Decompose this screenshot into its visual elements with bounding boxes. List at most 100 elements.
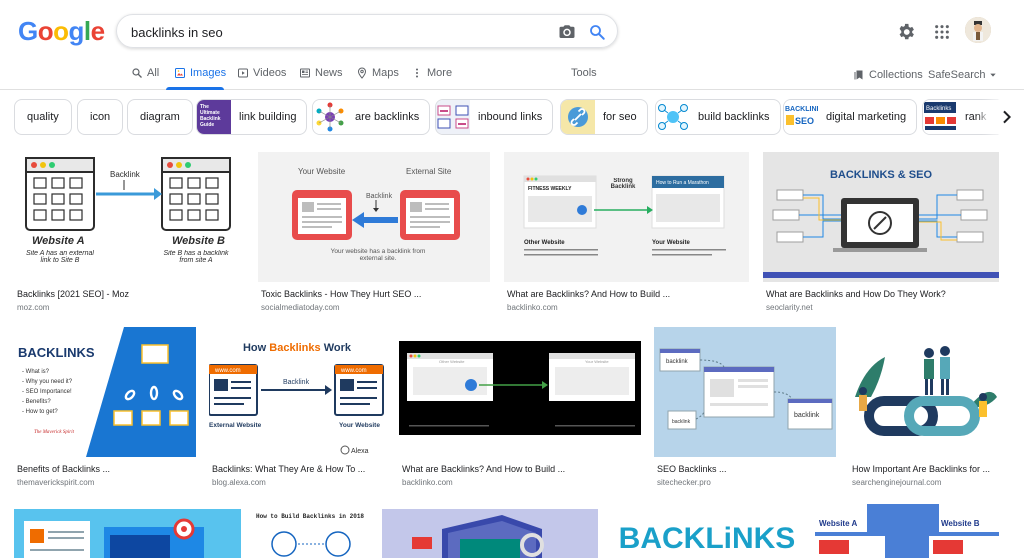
chip-diagram[interactable]: diagram [127,99,193,135]
image-result[interactable]: Backlink Website A Website B Site A has … [14,152,244,317]
camera-icon[interactable] [558,23,576,41]
svg-text:SEO: SEO [795,116,814,126]
result-title[interactable]: How Important Are Backlinks for ... [852,464,998,474]
result-image[interactable]: How Backlinks Work www.com www.com Backl… [209,327,386,457]
result-title[interactable]: SEO Backlinks ... [657,464,835,474]
result-domain: blog.alexa.com [212,478,266,487]
tab-all[interactable]: All [131,64,159,82]
safesearch-button[interactable]: SafeSearch [928,66,997,84]
chip-are-backlinks[interactable]: are backlinks [312,99,431,135]
image-text: www.com [340,368,367,374]
image-text: How to Run a Marathon [656,180,709,186]
image-result[interactable]: How Backlinks Work www.com www.com Backl… [209,327,386,492]
chip-thumbnail [436,100,470,134]
image-result[interactable] [14,509,241,558]
chips-scroll-next-button[interactable] [988,97,1024,137]
result-title[interactable]: What are Backlinks? And How to Build ... [402,464,640,474]
result-title[interactable]: What are Backlinks and How Do They Work? [766,289,998,299]
result-image[interactable]: Your Website External Site Backlink Your… [258,152,490,282]
logo-letter: l [83,16,91,46]
chip-for-seo[interactable]: for seo [560,99,648,135]
tab-more[interactable]: More [411,64,452,82]
tab-maps[interactable]: Maps [356,64,399,82]
result-image[interactable]: How to Build Backlinks in 2018 [254,504,368,558]
image-text: Website A [32,235,85,247]
result-image[interactable]: backlink backlink backlink [654,327,836,457]
image-result[interactable]: BACKLiNKS [612,504,802,558]
search-icon [132,68,142,78]
image-result[interactable]: Your Website External Site Backlink Your… [258,152,490,317]
logo-letter: G [18,16,38,46]
chevron-right-icon [1003,110,1012,124]
tab-videos[interactable]: Videos [237,64,286,82]
logo-letter: g [68,16,85,46]
tab-images[interactable]: Images [174,64,226,82]
svg-text:BACKLINKS: BACKLINKS [785,106,818,113]
result-title[interactable]: Toxic Backlinks - How They Hurt SEO ... [261,289,489,299]
result-image[interactable] [14,509,241,558]
image-result[interactable] [382,509,598,558]
result-image[interactable]: BACKLINKS - What is? - Why you need it? … [14,327,196,457]
image-text: Alexa [351,448,369,455]
image-text: Other Website [524,240,565,246]
chip-thumbnail: BACKLINKS SEO [784,100,827,134]
search-icon[interactable] [588,23,606,41]
image-result[interactable]: BACKLINKS - What is? - Why you need it? … [14,327,196,492]
result-title[interactable]: Benefits of Backlinks ... [17,464,195,474]
chip-label: link building [239,111,297,123]
image-text: FITNESS WEEKLY [528,186,572,192]
image-result[interactable]: FITNESS WEEKLY How to Run a Marathon Str… [504,152,749,317]
image-text: Website B [172,235,225,247]
search-input[interactable] [131,23,531,41]
result-image[interactable]: Backlink Website A Website B Site A has … [14,152,244,282]
chip-quality[interactable]: quality [14,99,72,135]
result-title[interactable]: What are Backlinks? And How to Build ... [507,289,747,299]
tab-label: Images [190,67,227,79]
image-icon [175,68,185,78]
tab-label: News [315,67,343,79]
chip-build-backlinks[interactable]: build backlinks [655,99,781,135]
image-text: Other Website [439,359,465,364]
image-result[interactable]: Other Website Your Website What are Back… [399,327,641,492]
google-logo[interactable]: Google [18,16,105,47]
collections-button[interactable]: Collections [853,66,923,84]
result-image[interactable]: Website A Website B [815,504,999,558]
result-image[interactable] [382,509,598,558]
chip-inbound-links[interactable]: inbound links [435,99,554,135]
result-image[interactable]: FITNESS WEEKLY How to Run a Marathon Str… [504,152,749,282]
result-image[interactable]: Other Website Your Website [399,327,641,457]
tools-button[interactable]: Tools [571,64,597,82]
image-text: - SEO Importance! [22,389,72,395]
chip-link-building[interactable]: The Ultimate Backlink Guide link buildin… [196,99,308,135]
image-text: Backlinks [269,342,320,354]
gear-icon[interactable] [896,22,916,42]
chip-icon[interactable]: icon [77,99,124,135]
search-box[interactable] [116,14,618,48]
image-result[interactable]: Website A Website B [815,504,999,558]
image-result[interactable]: BACKLINKS & SEO What are Backlinks and H… [763,152,999,317]
avatar[interactable] [965,17,991,43]
image-text: How [243,342,269,354]
image-text: External Website [209,422,262,429]
chip-label: quality [27,111,59,123]
image-text: External Site [406,167,452,176]
result-domain: sitechecker.pro [657,478,711,487]
logo-letter: e [90,16,105,46]
result-title[interactable]: Backlinks [2021 SEO] - Moz [17,289,243,299]
apps-grid-icon[interactable] [934,24,950,40]
chip-label: digital marketing [826,111,907,123]
tab-news[interactable]: News [299,64,343,82]
image-result[interactable]: How Important Are Backlinks for ... sear… [849,327,999,492]
image-text: Backlink [110,170,141,179]
header: Google All Images Videos News Maps [0,0,1024,90]
chip-digital-marketing[interactable]: BACKLINKS SEO digital marketing [783,99,918,135]
result-title[interactable]: Backlinks: What They Are & How To ... [212,464,385,474]
image-result[interactable]: How to Build Backlinks in 2018 [254,504,368,558]
image-result[interactable]: backlink backlink backlink SEO Backlinks… [654,327,836,492]
result-image[interactable] [849,327,999,457]
image-text: Backlink [366,193,393,200]
result-image[interactable]: BACKLINKS & SEO [763,152,999,282]
result-image[interactable]: BACKLiNKS [612,504,802,558]
image-text: Website B [941,519,980,528]
chip-thumbnail [313,100,347,134]
